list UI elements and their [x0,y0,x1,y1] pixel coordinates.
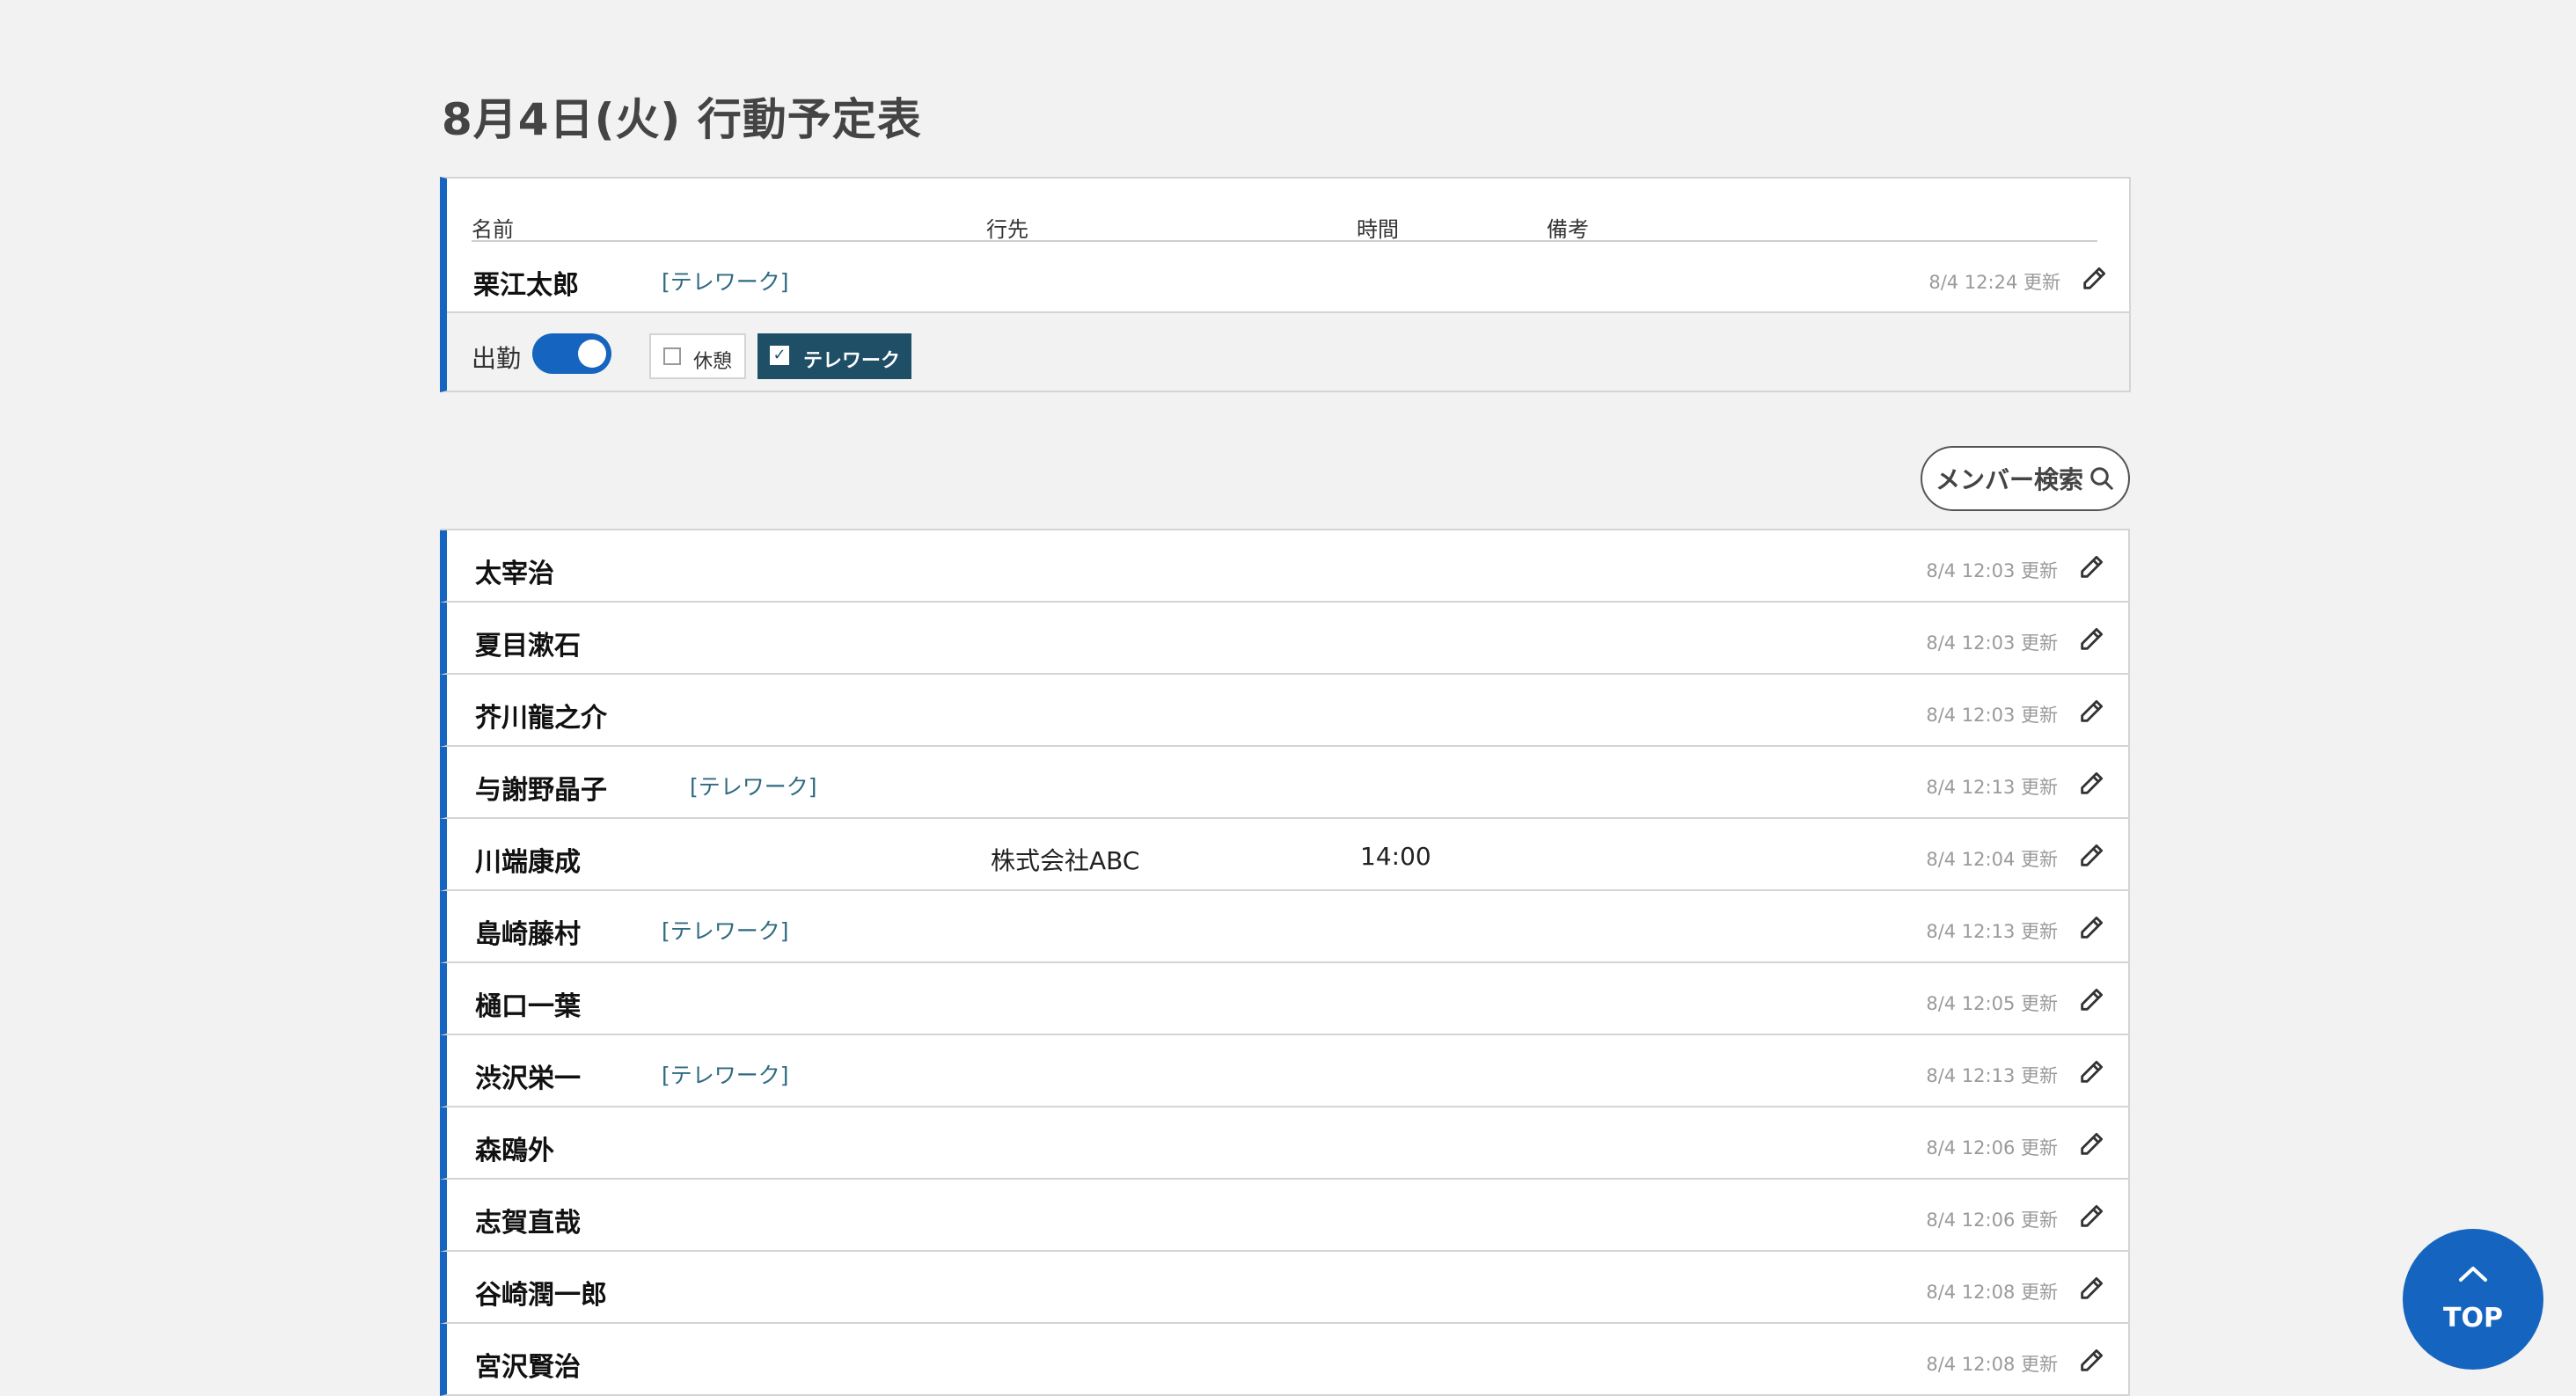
member-updated: 8/4 12:06 更新 [1926,1137,2058,1158]
pencil-icon[interactable] [2077,1129,2107,1158]
member-updated: 8/4 12:13 更新 [1926,1065,2058,1086]
pencil-icon[interactable] [2077,624,2107,654]
telework-label: テレワーク [803,350,901,372]
column-time: 時間 [1357,217,1399,242]
search-icon [2090,467,2113,490]
pencil-icon[interactable] [2077,696,2107,726]
attend-toggle[interactable] [532,333,611,374]
self-tag: [テレワーク] [662,269,789,295]
member-name: 谷崎潤一郎 [475,1280,607,1311]
column-destination: 行先 [986,217,1028,242]
member-updated: 8/4 12:04 更新 [1926,849,2058,870]
pencil-icon[interactable] [2077,552,2107,581]
self-status-controls: 出勤 休憩 ✓ テレワーク [447,311,2129,391]
member-updated: 8/4 12:13 更新 [1926,777,2058,798]
pencil-icon[interactable] [2077,1345,2107,1375]
break-label: 休憩 [693,351,733,373]
column-header: 名前 行先 時間 備考 [472,196,2097,242]
member-row: 志賀直哉 8/4 12:06 更新 [440,1180,2130,1252]
member-name: 与謝野晶子 [475,775,607,806]
member-row: 与謝野晶子 [テレワーク] 8/4 12:13 更新 [440,747,2130,819]
member-row: 谷崎潤一郎 8/4 12:08 更新 [440,1252,2130,1324]
pencil-icon[interactable] [2077,1056,2107,1086]
self-updated: 8/4 12:24 更新 [1928,272,2060,293]
member-row: 島崎藤村 [テレワーク] 8/4 12:13 更新 [440,891,2130,963]
member-row: 渋沢栄一 [テレワーク] 8/4 12:13 更新 [440,1035,2130,1107]
telework-checkbox[interactable]: ✓ テレワーク [757,333,911,379]
member-updated: 8/4 12:03 更新 [1926,560,2058,581]
member-row: 森鴎外 8/4 12:06 更新 [440,1107,2130,1180]
member-row: 宮沢賢治 8/4 12:08 更新 [440,1324,2130,1396]
member-name: 太宰治 [475,559,554,589]
pencil-icon[interactable] [2077,1273,2107,1303]
member-updated: 8/4 12:03 更新 [1926,705,2058,726]
member-row: 川端康成 株式会社ABC 14:00 8/4 12:04 更新 [440,819,2130,891]
member-updated: 8/4 12:05 更新 [1926,993,2058,1014]
member-updated: 8/4 12:03 更新 [1926,632,2058,654]
checkbox-unchecked-icon [663,347,681,365]
member-updated: 8/4 12:13 更新 [1926,921,2058,942]
attend-label: 出勤 [472,344,522,373]
member-name: 渋沢栄一 [475,1063,581,1094]
member-row: 樋口一葉 8/4 12:05 更新 [440,963,2130,1035]
member-list: 太宰治 8/4 12:03 更新 夏目漱石 8/4 12:03 更新 芥川龍之介 8/4 … [440,529,2130,1396]
member-row: 芥川龍之介 8/4 12:03 更新 [440,675,2130,747]
member-updated: 8/4 12:06 更新 [1926,1210,2058,1231]
pencil-icon[interactable] [2080,263,2110,293]
self-name: 栗江太郎 [473,270,579,301]
pencil-icon[interactable] [2077,984,2107,1014]
member-name: 樋口一葉 [475,991,581,1022]
member-tag: [テレワーク] [690,774,817,800]
member-destination: 株式会社ABC [991,846,1140,875]
member-tag: [テレワーク] [662,1063,789,1088]
member-name: 夏目漱石 [475,631,581,661]
member-name: 宮沢賢治 [475,1352,581,1383]
back-to-top-label: TOP [2443,1303,2503,1334]
member-updated: 8/4 12:08 更新 [1926,1354,2058,1375]
member-name: 芥川龍之介 [475,703,607,734]
column-note: 備考 [1547,217,1589,242]
member-row: 夏目漱石 8/4 12:03 更新 [440,603,2130,675]
member-search-button[interactable]: メンバー検索 [1921,446,2130,511]
break-checkbox[interactable]: 休憩 [649,333,746,379]
member-time: 14:00 [1360,842,1431,871]
member-name: 川端康成 [475,847,581,878]
chevron-up-icon [2459,1267,2487,1282]
member-name: 森鴎外 [475,1136,554,1166]
self-status-card: 名前 行先 時間 備考 栗江太郎 [テレワーク] 8/4 12:24 更新 出勤… [440,177,2131,392]
member-row: 太宰治 8/4 12:03 更新 [440,530,2130,603]
pencil-icon[interactable] [2077,768,2107,798]
column-name: 名前 [472,217,514,242]
self-row: 栗江太郎 [テレワーク] 8/4 12:24 更新 [447,242,2129,312]
member-updated: 8/4 12:08 更新 [1926,1282,2058,1303]
pencil-icon[interactable] [2077,912,2107,942]
pencil-icon[interactable] [2077,840,2107,870]
member-name: 志賀直哉 [475,1208,581,1239]
member-name: 島崎藤村 [475,919,581,950]
page-title: 8月4日(火) 行動予定表 [442,94,922,145]
pencil-icon[interactable] [2077,1201,2107,1231]
member-tag: [テレワーク] [662,918,789,944]
member-search-label: メンバー検索 [1935,465,2083,494]
toggle-knob [578,340,606,368]
checkmark-icon: ✓ [770,346,789,365]
back-to-top-button[interactable]: TOP [2403,1229,2543,1370]
